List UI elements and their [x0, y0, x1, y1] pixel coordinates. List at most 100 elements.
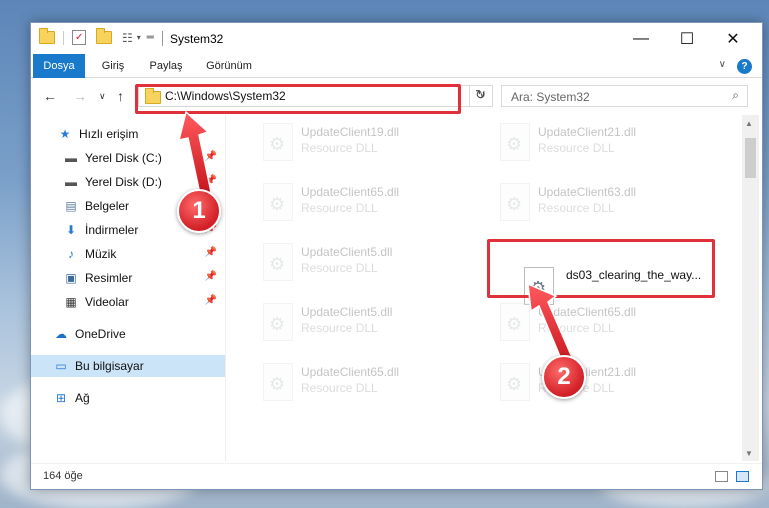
dll-file-icon — [263, 123, 293, 161]
pictures-icon: ▣ — [65, 271, 77, 285]
pane-divider[interactable] — [225, 115, 226, 461]
pin-icon[interactable]: 📌 — [205, 247, 217, 258]
folder-icon — [39, 28, 55, 44]
dll-file-icon — [500, 183, 530, 221]
file-name: UpdateClient5.dll — [301, 305, 393, 319]
sidebar-item-label: İndirmeler — [85, 223, 139, 237]
details-view-icon[interactable] — [715, 471, 728, 482]
maximize-button[interactable]: ☐ — [664, 23, 710, 54]
callout-number-2: 2 — [542, 355, 586, 399]
address-highlight-box — [135, 84, 461, 114]
file-type: Resource DLL — [301, 321, 378, 335]
file-item[interactable]: UpdateClient65.dll Resource DLL — [253, 357, 483, 411]
file-type: Resource DLL — [301, 381, 378, 395]
status-bar: 164 öğe — [31, 463, 762, 489]
tab-gorunum[interactable]: Görünüm — [198, 54, 260, 78]
music-icon: ♪ — [68, 247, 74, 261]
help-icon[interactable]: ? — [737, 59, 752, 74]
quick-access-toolbar: ✓ ☷ ▾ ═ — [39, 28, 154, 45]
documents-icon: ▤ — [65, 199, 77, 213]
file-name: UpdateClient21.dll — [538, 125, 637, 139]
file-item[interactable]: UpdateClient5.dll Resource DLL — [253, 297, 483, 351]
window-title: System32 — [170, 32, 224, 46]
expand-ribbon-icon[interactable]: ∨ — [719, 59, 726, 70]
sidebar-item-local-disk-c[interactable]: ▬ Yerel Disk (C:) 📌 — [31, 147, 225, 169]
undo-icon[interactable]: ☷ — [122, 31, 133, 45]
pin-icon[interactable]: 📌 — [205, 295, 217, 306]
refresh-icon[interactable]: ↻ — [469, 85, 491, 107]
file-item[interactable]: UpdateClient21.dll Resource DLL — [490, 117, 720, 171]
dll-file-icon — [500, 123, 530, 161]
close-icon: ✕ — [726, 30, 740, 48]
sidebar-item-this-pc[interactable]: ▭ Bu bilgisayar — [31, 355, 225, 377]
sidebar-item-label: Ağ — [75, 391, 90, 405]
pin-icon[interactable]: 📌 — [205, 151, 217, 162]
download-icon: ⬇ — [65, 223, 77, 237]
file-item[interactable]: UpdateClient19.dll Resource DLL — [253, 117, 483, 171]
file-highlight-box — [487, 239, 715, 298]
sidebar-item-label: Videolar — [85, 295, 129, 309]
maximize-icon: ☐ — [679, 30, 695, 48]
computer-icon: ▭ — [55, 359, 67, 373]
file-type: Resource DLL — [301, 201, 378, 215]
sidebar-item-videos[interactable]: ▦ Videolar 📌 — [31, 291, 225, 313]
network-icon: ⊞ — [55, 391, 67, 405]
file-type: Resource DLL — [538, 201, 615, 215]
drive-icon: ▬ — [65, 151, 77, 165]
qat-customize-icon[interactable]: ═ — [147, 32, 154, 43]
up-arrow-icon[interactable]: ↑ — [117, 88, 124, 104]
scroll-thumb[interactable] — [745, 138, 756, 178]
sidebar-item-onedrive[interactable]: ☁ OneDrive — [31, 323, 225, 345]
file-item[interactable]: UpdateClient65.dll Resource DLL — [490, 297, 720, 351]
file-item[interactable]: UpdateClient21.dll Resource DLL — [490, 357, 720, 411]
dll-file-icon — [263, 303, 293, 341]
dll-file-icon — [263, 363, 293, 401]
dll-file-icon — [500, 303, 530, 341]
sidebar-item-label: Resimler — [85, 271, 133, 285]
search-input[interactable]: Ara: System32 ⌕ — [501, 85, 748, 107]
minimize-button[interactable]: — — [618, 23, 664, 54]
scroll-up-icon[interactable]: ▲ — [745, 119, 753, 128]
file-item[interactable]: UpdateClient65.dll Resource DLL — [253, 177, 483, 231]
videos-icon: ▦ — [65, 295, 77, 309]
large-icons-view-icon[interactable] — [736, 471, 749, 482]
search-icon[interactable]: ⌕ — [732, 88, 739, 103]
title-separator — [162, 31, 163, 46]
file-type: Resource DLL — [538, 321, 615, 335]
tab-dosya[interactable]: Dosya — [33, 54, 85, 78]
close-button[interactable]: ✕ — [710, 23, 756, 54]
title-bar: ✓ ☷ ▾ ═ System32 — ☐ ✕ — [31, 23, 762, 54]
file-name: UpdateClient19.dll — [301, 125, 400, 139]
sidebar-item-label: Hızlı erişim — [79, 127, 139, 141]
star-icon: ★ — [59, 127, 71, 141]
tab-paylas[interactable]: Paylaş — [141, 54, 191, 78]
vertical-scrollbar[interactable]: ▲ ▼ — [742, 115, 759, 461]
sidebar-item-music[interactable]: ♪ Müzik 📌 — [31, 243, 225, 265]
back-arrow-icon[interactable]: ← — [43, 88, 57, 104]
sidebar-item-label: Bu bilgisayar — [75, 359, 144, 373]
file-name: UpdateClient63.dll — [538, 185, 637, 199]
scroll-down-icon[interactable]: ▼ — [745, 449, 753, 458]
sidebar-item-pictures[interactable]: ▣ Resimler 📌 — [31, 267, 225, 289]
ribbon-tabs: Dosya Giriş Paylaş Görünüm ∨ ? — [31, 54, 762, 78]
new-folder-icon[interactable] — [96, 28, 112, 44]
dll-file-icon — [263, 243, 293, 281]
sidebar-item-quick-access[interactable]: ★ Hızlı erişim — [31, 123, 225, 145]
file-name: UpdateClient5.dll — [301, 245, 393, 259]
cloud-icon: ☁ — [55, 327, 67, 341]
qat-dropdown-icon[interactable]: ▾ — [137, 33, 141, 42]
tab-giris[interactable]: Giriş — [93, 54, 133, 78]
file-item[interactable]: UpdateClient5.dll Resource DLL — [253, 237, 483, 291]
properties-icon[interactable]: ✓ — [72, 30, 86, 45]
file-item[interactable]: UpdateClient63.dll Resource DLL — [490, 177, 720, 231]
sidebar-item-label: Müzik — [85, 247, 117, 261]
recent-locations-icon[interactable]: ∨ — [99, 91, 106, 102]
callout-number-1: 1 — [177, 189, 221, 233]
forward-arrow-icon[interactable]: → — [73, 88, 87, 104]
sidebar-item-label: OneDrive — [75, 327, 126, 341]
minimize-icon: — — [633, 29, 649, 47]
sidebar-item-network[interactable]: ⊞ Ağ — [31, 387, 225, 409]
pin-icon[interactable]: 📌 — [205, 271, 217, 282]
sidebar-item-label: Belgeler — [85, 199, 130, 213]
pin-icon[interactable]: 📌 — [205, 175, 217, 186]
